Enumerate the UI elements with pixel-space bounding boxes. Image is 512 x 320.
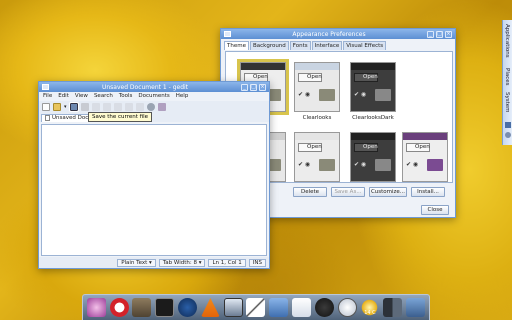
window-title: Appearance Preferences [292,30,366,38]
desktop-icon[interactable] [383,298,403,317]
folder-icon [319,89,335,101]
theme-name: Clearlooks [302,115,332,121]
toolbar: ▾ [39,101,269,113]
vlc-icon[interactable] [200,298,220,317]
theme-open-label: Open [298,73,322,82]
open-folder-icon[interactable] [53,103,61,111]
gedit-titlebar[interactable]: Unsaved Document 1 - gedit _ □ × [39,82,269,92]
panel-system[interactable]: System [504,92,510,113]
maximize-icon[interactable]: □ [436,30,443,38]
document-icon [45,115,50,121]
gedit-window: Unsaved Document 1 - gedit _ □ × File Ed… [38,81,270,269]
minimize-icon[interactable]: _ [241,83,248,91]
menu-search[interactable]: Search [94,93,113,100]
opera-icon[interactable] [109,298,129,317]
side-panel: Applications Places System [502,20,512,145]
text-editor-icon[interactable] [292,298,312,317]
theme-thumbnail[interactable]: Open ✔ ◉ [350,132,396,182]
trash-icon[interactable] [406,298,426,317]
redo-icon[interactable] [102,103,111,111]
menu-help[interactable]: Help [176,93,189,100]
new-document-icon[interactable] [42,103,50,111]
theme-thumbnail-clearlooks[interactable]: Open ✔ ◉ [294,62,340,112]
find-icon[interactable] [146,103,155,111]
theme-open-label: Open [406,143,430,152]
cursor-position: Ln 1, Col 1 [208,258,246,267]
theme-open-label: Open [354,143,378,152]
open-dropdown-chevron-icon[interactable]: ▾ [64,104,67,110]
appearance-titlebar[interactable]: Appearance Preferences _ □ × [221,29,455,39]
syntax-label: Plain Text [121,259,148,266]
webcam-icon[interactable] [178,298,198,317]
cut-icon[interactable] [113,103,122,111]
syntax-selector[interactable]: Plain Text ▾ [117,258,156,267]
status-bar: Plain Text ▾ Tab Width: 8 ▾ Ln 1, Col 1 … [39,257,269,268]
kde-icon[interactable] [86,298,106,317]
save-as-button[interactable]: Save As... [331,187,365,197]
insert-mode: INS [248,258,266,267]
tab-fonts[interactable]: Fonts [289,41,311,50]
minimize-icon[interactable]: _ [427,30,434,38]
tab-background[interactable]: Background [249,41,289,50]
gimp-icon[interactable] [132,298,152,317]
print-icon[interactable] [80,103,89,111]
folder-icon [375,89,391,101]
tab-theme[interactable]: Theme [224,41,249,50]
volume-icon[interactable] [505,132,511,138]
tab-width-selector[interactable]: Tab Width: 8 ▾ [158,258,206,267]
panel-applications[interactable]: Applications [504,24,510,58]
customize-button[interactable]: Customize... [369,187,407,197]
menu-documents[interactable]: Documents [138,93,169,100]
folder-icon [427,159,443,171]
weather-temp: 14 C [364,310,376,316]
home-folder-icon[interactable] [269,298,289,317]
panel-places[interactable]: Places [504,68,510,86]
tab-visual-effects[interactable]: Visual Effects [343,41,387,50]
terminal-icon[interactable] [155,298,175,317]
maximize-icon[interactable]: □ [250,83,257,91]
weather-icon[interactable]: 14 C [360,298,380,317]
appearance-tabs: Theme Background Fonts Interface Visual … [221,39,455,50]
window-menu-icon[interactable] [42,84,49,90]
delete-button[interactable]: Delete [293,187,327,197]
network-status-icon[interactable] [505,122,511,128]
image-viewer-icon[interactable] [223,298,243,317]
menu-view[interactable]: View [75,93,88,100]
find-replace-icon[interactable] [157,103,166,111]
close-button[interactable]: Close [421,205,449,215]
undo-icon[interactable] [91,103,100,111]
install-button[interactable]: Install... [411,187,445,197]
theme-open-label: Open [354,73,378,82]
window-menu-icon[interactable] [224,31,231,37]
paste-icon[interactable] [135,103,144,111]
tab-interface[interactable]: Interface [311,41,343,50]
theme-thumbnail[interactable]: Open ✔ ◉ [294,132,340,182]
network-icon[interactable] [314,298,334,317]
theme-thumbnail[interactable]: Open ✔ ◉ [402,132,448,182]
window-title: Unsaved Document 1 - gedit [101,83,189,91]
clock-icon[interactable] [337,298,357,317]
menu-file[interactable]: File [43,93,52,100]
save-icon[interactable] [68,102,79,112]
close-icon[interactable]: × [445,30,452,38]
menu-edit[interactable]: Edit [58,93,69,100]
save-tooltip: Save the current file [88,112,152,122]
text-editor-area[interactable] [41,124,267,256]
inkscape-icon[interactable] [246,298,266,317]
close-icon[interactable]: × [259,83,266,91]
theme-open-label: Open [298,143,322,152]
tab-width-label: Tab Width: 8 [162,259,197,266]
folder-icon [375,159,391,171]
copy-icon[interactable] [124,103,133,111]
theme-name: ClearlooksDark [352,115,394,121]
menu-tools[interactable]: Tools [119,93,133,100]
menu-bar: File Edit View Search Tools Documents He… [39,92,269,101]
document-tabs: Unsaved Docum [39,113,269,122]
dock: 14 C [82,294,430,320]
folder-icon [319,159,335,171]
theme-thumbnail-clearlooksdark[interactable]: Open ✔ ◉ [350,62,396,112]
